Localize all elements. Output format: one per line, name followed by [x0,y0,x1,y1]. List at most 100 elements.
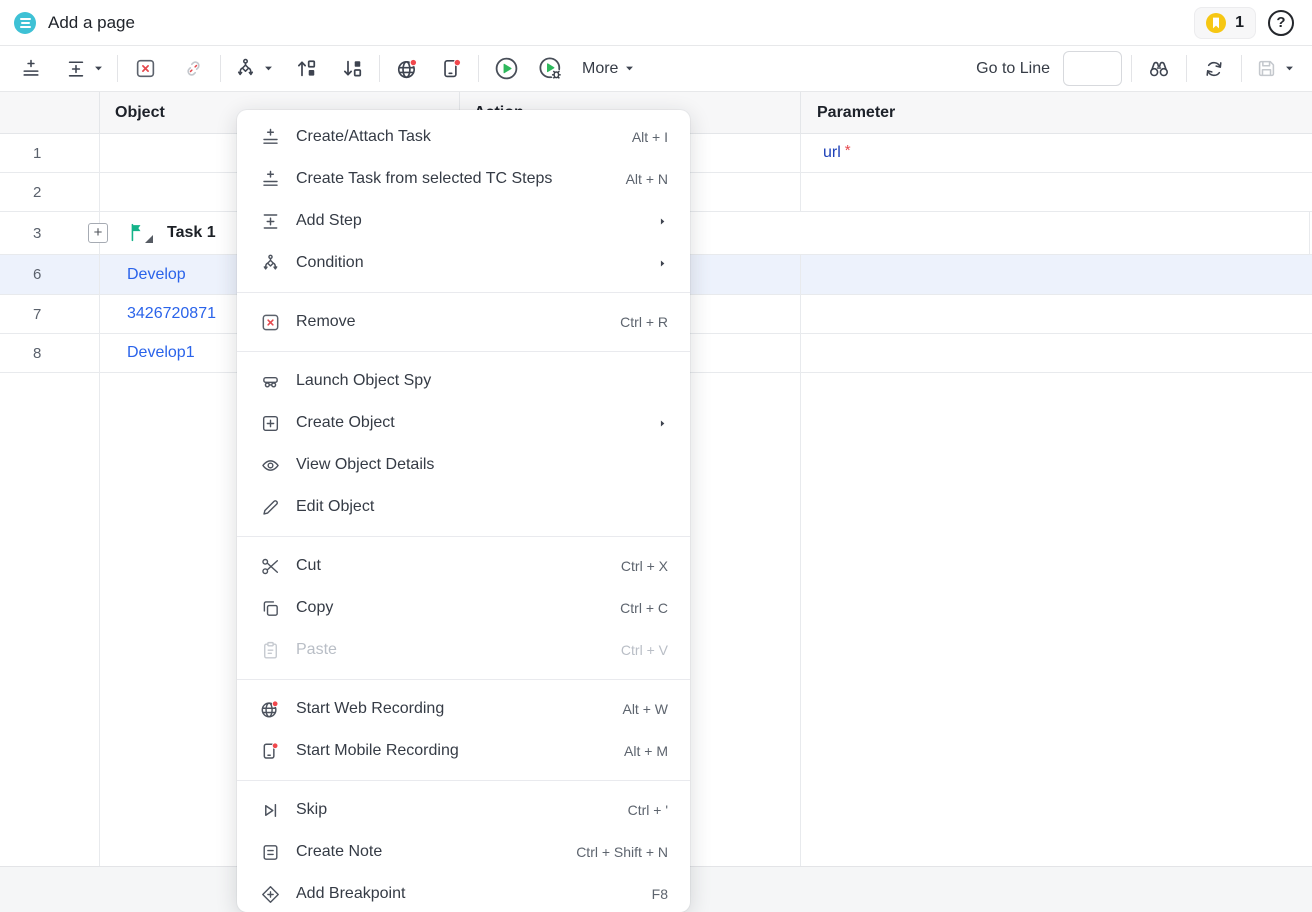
add-step-button[interactable] [61,51,108,87]
row-number: 2 [0,173,100,211]
remove-icon [259,311,281,333]
menu-item-create-attach-task[interactable]: Create/Attach Task Alt + I [237,116,690,158]
credit-coin-icon [1206,13,1226,33]
menu-divider [237,679,690,680]
create-attach-task-icon [259,126,281,148]
condition-icon [234,57,257,80]
menu-item-skip[interactable]: Skip Ctrl + ' [237,789,690,831]
menu-item-launch-object-spy[interactable]: Launch Object Spy [237,360,690,402]
required-asterisk: * [845,142,851,159]
menu-item-create-note[interactable]: Create Note Ctrl + Shift + N [237,831,690,873]
context-menu: Create/Attach Task Alt + I Create Task f… [237,110,690,912]
unlink-button [175,51,211,87]
parameter-link[interactable]: url [823,144,841,162]
menu-item-paste: Paste Ctrl + V [237,629,690,671]
condition-button[interactable] [230,51,278,87]
run-button[interactable] [488,51,524,87]
task-name: Task 1 [167,224,216,242]
add-breakpoint-icon [259,883,281,905]
object-link[interactable]: Develop [127,266,186,284]
toolbar: More Go to Line [0,46,1312,92]
menu-item-add-breakpoint[interactable]: Add Breakpoint F8 [237,873,690,912]
toolbar-divider [478,55,479,82]
move-step-up-button[interactable] [288,51,324,87]
title-bar: Add a page 1 ? [0,0,1312,46]
add-step-icon [65,58,87,80]
column-header-parameter[interactable]: Parameter [801,92,1312,133]
row-number: 6 [0,255,100,294]
more-button[interactable]: More [568,51,639,87]
object-link[interactable]: Develop1 [127,344,195,362]
expand-task-button[interactable]: + [88,223,108,243]
toolbar-divider [220,55,221,82]
web-recording-button[interactable] [389,51,425,87]
menu-item-view-object-details[interactable]: View Object Details [237,444,690,486]
row-number: 8 [0,334,100,372]
task-collapse-handle[interactable] [145,235,153,243]
chevron-down-icon [93,63,104,74]
menu-divider [237,536,690,537]
page-list-icon[interactable] [14,12,36,34]
chevron-down-icon [263,63,274,74]
add-step-icon [259,210,281,232]
menu-item-copy[interactable]: Copy Ctrl + C [237,587,690,629]
save-icon [1255,57,1278,80]
chevron-down-icon [1284,63,1295,74]
create-task-from-steps-icon [259,168,281,190]
submenu-arrow-icon [657,418,668,429]
chevron-down-icon [624,63,635,74]
mobile-recording-button[interactable] [433,51,469,87]
mobile-recording-icon [259,740,281,762]
menu-item-start-mobile-recording[interactable]: Start Mobile Recording Alt + M [237,730,690,772]
parameter-cell[interactable]: url * [801,134,1312,172]
find-button[interactable] [1141,51,1177,87]
skip-icon [259,799,281,821]
test-editor-window: Add a page 1 ? More [0,0,1312,912]
credits-button[interactable]: 1 [1194,7,1256,39]
toolbar-divider [1241,55,1242,82]
menu-item-condition[interactable]: Condition [237,242,690,284]
menu-item-add-step[interactable]: Add Step [237,200,690,242]
menu-item-edit-object[interactable]: Edit Object [237,486,690,528]
object-spy-icon [259,370,281,392]
menu-item-cut[interactable]: Cut Ctrl + X [237,545,690,587]
submenu-arrow-icon [657,258,668,269]
edit-object-icon [259,496,281,518]
refresh-button[interactable] [1196,51,1232,87]
cut-icon [259,555,281,577]
remove-button[interactable] [127,51,163,87]
menu-item-create-task-from-steps[interactable]: Create Task from selected TC Steps Alt +… [237,158,690,200]
parameter-cell[interactable] [801,173,1312,211]
view-object-details-icon [259,454,281,476]
menu-divider [237,780,690,781]
menu-item-remove[interactable]: Remove Ctrl + R [237,301,690,343]
menu-item-create-object[interactable]: Create Object [237,402,690,444]
parameter-cell[interactable] [801,334,1312,372]
toolbar-divider [1131,55,1132,82]
condition-icon [259,252,281,274]
toolbar-divider [1186,55,1187,82]
parameter-cell[interactable] [801,255,1312,294]
create-note-icon [259,841,281,863]
parameter-cell[interactable] [801,295,1312,333]
move-step-down-button[interactable] [334,51,370,87]
toolbar-divider [117,55,118,82]
create-object-icon [259,412,281,434]
row-number: 3 [0,212,100,254]
debug-run-button[interactable] [532,51,568,87]
submenu-arrow-icon [657,216,668,227]
credits-count: 1 [1235,14,1244,32]
web-recording-icon [259,698,281,720]
menu-divider [237,351,690,352]
save-button[interactable] [1251,51,1299,87]
toolbar-divider [379,55,380,82]
create-attach-task-button[interactable] [13,51,49,87]
row-number: 1 [0,134,100,172]
copy-icon [259,597,281,619]
row-number-header [0,92,100,133]
goto-line-input[interactable] [1063,51,1122,86]
paste-icon [259,639,281,661]
help-icon[interactable]: ? [1268,10,1294,36]
menu-item-start-web-recording[interactable]: Start Web Recording Alt + W [237,688,690,730]
object-link[interactable]: 3426720871 [127,305,216,323]
